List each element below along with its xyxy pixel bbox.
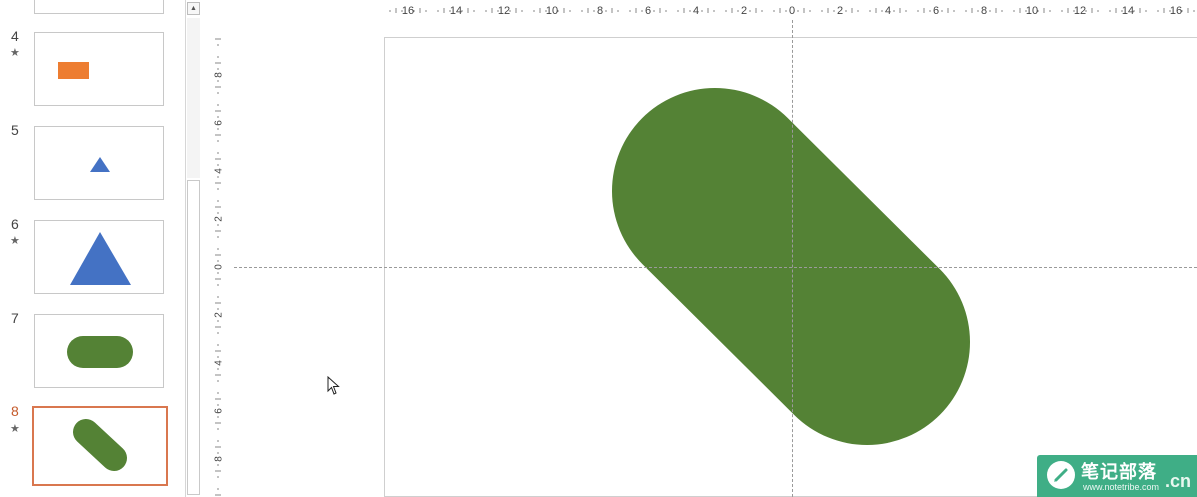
- small-triangle-shape: [90, 157, 110, 172]
- slide-thumbnail-8[interactable]: [32, 406, 168, 486]
- orange-rectangle-shape: [58, 62, 89, 79]
- large-triangle-shape: [70, 232, 131, 285]
- ruler-tick-label: 6: [214, 408, 225, 414]
- horizontal-ruler[interactable]: 16 14 12 10 8 6 4 2 0 2 4 6 8 10 12 14 16: [384, 0, 1197, 20]
- thumbnail-scrollbar[interactable]: ▲: [185, 0, 202, 497]
- pencil-logo-icon: [1047, 461, 1075, 489]
- animation-star-icon: ★: [10, 47, 20, 59]
- watermark-suffix: .cn: [1164, 471, 1191, 491]
- vertical-ruler[interactable]: 8 6 4 2 0 2 4 6 8: [210, 37, 228, 497]
- ruler-tick-label: 6: [933, 5, 939, 17]
- mouse-pointer-icon: [327, 376, 340, 395]
- vertical-center-guide: [792, 20, 793, 497]
- animation-star-icon: ★: [10, 235, 20, 247]
- slide-number: 7: [11, 310, 19, 326]
- ruler-tick-label: 10: [1026, 5, 1038, 17]
- slide-thumbnail-4[interactable]: [34, 32, 164, 106]
- slide-number: 4: [11, 28, 19, 44]
- horizontal-center-guide: [234, 267, 1197, 268]
- ruler-tick-label: 8: [214, 72, 225, 78]
- ruler-tick-label: 4: [885, 5, 891, 17]
- ruler-tick-label: 10: [546, 5, 558, 17]
- watermark-title: 笔记部落: [1081, 462, 1157, 482]
- ruler-tick-label: 14: [1122, 5, 1134, 17]
- ruler-tick-label: 16: [1170, 5, 1182, 17]
- ruler-tick-label: 16: [402, 5, 414, 17]
- scroll-track[interactable]: [187, 18, 200, 178]
- slide-thumbnail-panel: 4 ★ 5 6 ★ 7 8 ★: [0, 0, 180, 497]
- slide-number: 6: [11, 216, 19, 232]
- scroll-up-arrow-icon[interactable]: ▲: [187, 2, 200, 15]
- ruler-tick-label: 2: [741, 5, 747, 17]
- ruler-tick-label: 2: [214, 216, 225, 222]
- ruler-tick-label: 6: [645, 5, 651, 17]
- ruler-tick-label: 0: [214, 264, 225, 270]
- slide-number: 5: [11, 122, 19, 138]
- ruler-tick-label: 0: [789, 5, 795, 17]
- ruler-tick-label: 4: [214, 360, 225, 366]
- watermark-url: www.notetribe.com: [1083, 482, 1160, 492]
- ruler-tick-label: 12: [498, 5, 510, 17]
- slide-thumbnail-6[interactable]: [34, 220, 164, 294]
- ruler-tick-label: 2: [837, 5, 843, 17]
- ruler-tick-label: 12: [1074, 5, 1086, 17]
- ruler-tick-label: 4: [693, 5, 699, 17]
- ruler-tick-label: 6: [214, 120, 225, 126]
- watermark-badge: 笔记部落 www.notetribe.com .cn: [1037, 455, 1197, 497]
- ruler-tick-label: 8: [214, 456, 225, 462]
- slide-thumbnail-3[interactable]: [34, 0, 164, 14]
- ruler-tick-label: 8: [597, 5, 603, 17]
- ruler-tick-label: 14: [450, 5, 462, 17]
- rotated-capsule-shape: [73, 419, 127, 471]
- scroll-thumb[interactable]: [187, 180, 200, 495]
- ruler-tick-label: 4: [214, 168, 225, 174]
- animation-star-icon: ★: [10, 423, 20, 435]
- slide-thumbnail-7[interactable]: [34, 314, 164, 388]
- slide-number-selected: 8: [11, 403, 19, 419]
- slide-thumbnail-5[interactable]: [34, 126, 164, 200]
- ruler-tick-label: 2: [214, 312, 225, 318]
- ruler-tick-label: 8: [981, 5, 987, 17]
- rounded-rectangle-shape: [67, 336, 133, 368]
